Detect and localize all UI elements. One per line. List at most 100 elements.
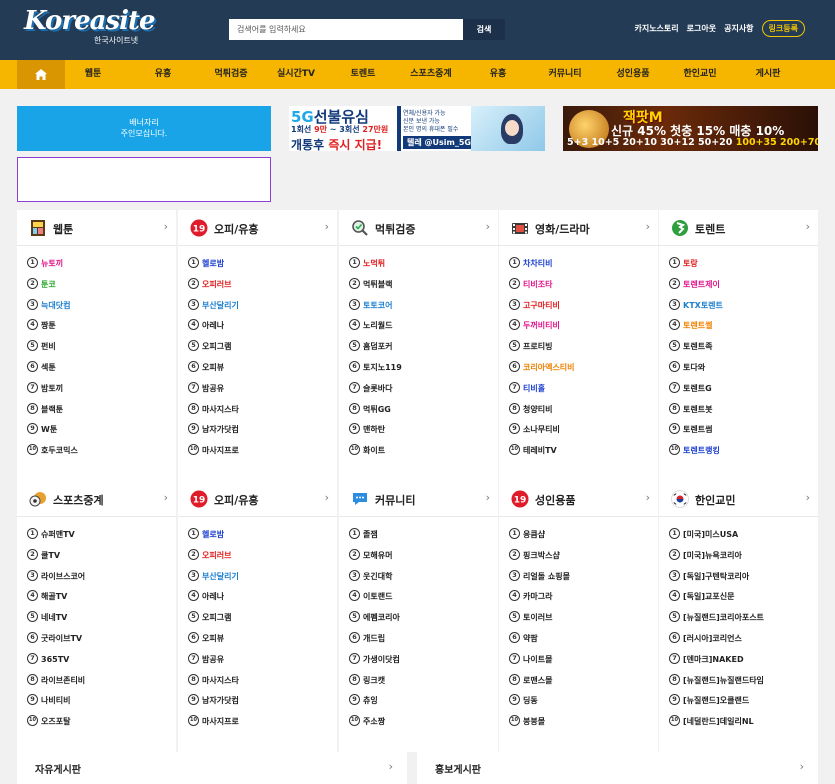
site-link[interactable]: 10 주소짱 [349,712,400,733]
empty-banner[interactable] [17,157,271,202]
site-link[interactable]: 4 [독일]교포신문 [669,587,764,608]
site-link[interactable]: 8 라이브존티비 [27,671,85,692]
chevron-right-icon[interactable]: › [646,220,650,233]
site-link[interactable]: 2 핑크박스샵 [509,546,570,567]
site-link[interactable]: 9 [뉴질랜드]오클랜드 [669,691,764,712]
site-link[interactable]: 9 남자가닷컴 [188,691,239,712]
site-link[interactable]: 8 로맨스몰 [509,671,570,692]
site-link[interactable]: 6 [러시아]코리언스 [669,629,764,650]
search-input[interactable] [229,19,463,40]
site-link[interactable]: 7 티비홀 [509,379,575,400]
chevron-right-icon[interactable]: › [164,220,168,233]
home-button[interactable] [17,60,65,89]
site-link[interactable]: 10 테레비TV [509,441,575,462]
site-link[interactable]: 6 굿라이브TV [27,629,85,650]
site-link[interactable]: 8 블랙툰 [27,400,78,421]
chevron-right-icon[interactable]: › [164,491,168,504]
jackpot-banner[interactable]: 잭팟M 신규 45% 첫충 15% 매충 10% 5+3 10+5 20+10 … [563,106,818,151]
site-link[interactable]: 5 토이러브 [509,608,570,629]
site-link[interactable]: 5 [뉴질랜드]코리아포스트 [669,608,764,629]
site-link[interactable]: 1 슈퍼맨TV [27,525,85,546]
site-link[interactable]: 3 라이브스코어 [27,567,85,588]
site-link[interactable]: 6 섹툰 [27,358,78,379]
site-logo[interactable]: Koreasite 한국사이트넷 [24,6,156,46]
notice-link[interactable]: 공지사항 [724,23,753,34]
site-link[interactable]: 1 헬로밤 [188,525,239,546]
site-link[interactable]: 6 오피뷰 [188,358,239,379]
site-link[interactable]: 10 마사지프로 [188,712,239,733]
site-link[interactable]: 4 짱툰 [27,316,78,337]
site-link[interactable]: 2 토렌트제이 [669,275,723,296]
chevron-right-icon[interactable]: › [486,220,490,233]
site-link[interactable]: 4 노리월드 [349,316,402,337]
category-header[interactable]: 19 오피/유흥 › [178,210,337,246]
site-link[interactable]: 2 먹튀블랙 [349,275,402,296]
nav-item-live-tv[interactable]: 실시간TV [277,60,315,89]
nav-item-sports[interactable]: 스포츠중계 [410,60,451,89]
site-link[interactable]: 4 카마그라 [509,587,570,608]
site-link[interactable]: 2 오피러브 [188,275,239,296]
site-link[interactable]: 8 먹튀GG [349,400,402,421]
site-link[interactable]: 7 슬롯바다 [349,379,402,400]
site-link[interactable]: 10 화이트 [349,441,402,462]
site-link[interactable]: 5 홈덤포커 [349,337,402,358]
category-header[interactable]: 토렌트 › [659,210,818,246]
site-link[interactable]: 6 토지노119 [349,358,402,379]
ad-slot-banner[interactable]: 배너자리 주인모십니다. [17,106,271,151]
site-link[interactable]: 2 툰코 [27,275,78,296]
chevron-right-icon[interactable]: › [486,491,490,504]
site-link[interactable]: 5 펀비 [27,337,78,358]
site-link[interactable]: 3 부산달리기 [188,296,239,317]
site-link[interactable]: 8 청양티비 [509,400,575,421]
site-link[interactable]: 3 [독일]구텐탁코리아 [669,567,764,588]
site-link[interactable]: 2 쿨TV [27,546,85,567]
site-link[interactable]: 1 노먹튀 [349,254,402,275]
site-link[interactable]: 5 네네TV [27,608,85,629]
site-link[interactable]: 10 호두코믹스 [27,441,78,462]
nav-item-adult-goods[interactable]: 성인용품 [616,60,649,89]
logout-link[interactable]: 로그아웃 [687,23,716,34]
site-link[interactable]: 8 토렌트봇 [669,400,723,421]
nav-item-entertainment-2[interactable]: 유흥 [490,60,507,89]
site-link[interactable]: 5 토렌트족 [669,337,723,358]
promo-board[interactable]: 홍보게시판 › [417,752,818,784]
nav-item-community[interactable]: 커뮤니티 [548,60,581,89]
chevron-right-icon[interactable]: › [806,220,810,233]
site-link[interactable]: 6 토다와 [669,358,723,379]
nav-item-webtoon[interactable]: 웹툰 [85,60,102,89]
category-header[interactable]: 한인교민 › [659,481,818,517]
site-link[interactable]: 1 헬로밤 [188,254,239,275]
site-link[interactable]: 7 토렌트G [669,379,723,400]
site-link[interactable]: 6 약팜 [509,629,570,650]
site-link[interactable]: 1 토랑 [669,254,723,275]
chevron-right-icon[interactable]: › [806,491,810,504]
category-header[interactable]: 영화/드라마 › [499,210,658,246]
site-link[interactable]: 8 마사지스타 [188,400,239,421]
category-header[interactable]: 커뮤니티 › [339,481,498,517]
nav-item-verification[interactable]: 먹튀검증 [214,60,247,89]
category-header[interactable]: 19 성인용품 › [499,481,658,517]
search-button[interactable]: 검색 [463,19,505,40]
nav-item-entertainment[interactable]: 유흥 [155,60,172,89]
site-link[interactable]: 3 KTX토렌트 [669,296,723,317]
site-link[interactable]: 7 [덴마크]NAKED [669,650,764,671]
site-link[interactable]: 10 붕붕몰 [509,712,570,733]
site-link[interactable]: 3 토토코어 [349,296,402,317]
site-link[interactable]: 7 밤공유 [188,650,239,671]
site-link[interactable]: 9 맨하탄 [349,420,402,441]
site-link[interactable]: 2 [미국]뉴욕코리아 [669,546,764,567]
site-link[interactable]: 7 365TV [27,650,85,671]
usim-banner[interactable]: 5G선불유심 1회선 9만 ~ 3회선 27만원 개통후 즉시 지급! 연체/신… [289,106,545,151]
site-link[interactable]: 1 차차티비 [509,254,575,275]
category-header[interactable]: 19 오피/유흥 › [178,481,337,517]
site-link[interactable]: 5 오피그램 [188,608,239,629]
site-link[interactable]: 1 [미국]미스USA [669,525,764,546]
site-link[interactable]: 4 아레나 [188,316,239,337]
site-link[interactable]: 3 늑대닷컴 [27,296,78,317]
site-link[interactable]: 6 코리아엑스티비 [509,358,575,379]
site-link[interactable]: 9 소나무티비 [509,420,575,441]
nav-item-torrent[interactable]: 토렌트 [351,60,376,89]
site-link[interactable]: 6 오피뷰 [188,629,239,650]
site-link[interactable]: 9 츄잉 [349,691,400,712]
site-link[interactable]: 8 마사지스타 [188,671,239,692]
